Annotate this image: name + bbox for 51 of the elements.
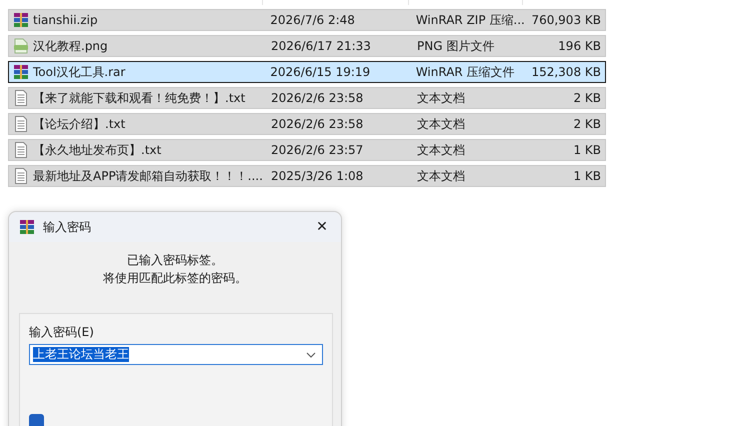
archive-icon: [19, 219, 35, 235]
document-icon: [13, 142, 29, 158]
file-name: 【论坛介绍】.txt: [32, 116, 126, 132]
file-row[interactable]: 汉化教程.png 2026/6/17 21:33 PNG 图片文件 196 KB: [8, 35, 606, 57]
file-type: WinRAR ZIP 压缩...: [416, 12, 526, 28]
file-row[interactable]: 【论坛介绍】.txt 2026/2/6 23:58 文本文档 2 KB: [8, 113, 606, 135]
file-row[interactable]: tianshii.zip 2026/7/6 2:48 WinRAR ZIP 压缩... 760,903 KB: [8, 9, 606, 31]
file-size: 2 KB: [572, 117, 602, 131]
checkbox[interactable]: [29, 414, 44, 426]
archive-icon: [13, 64, 29, 80]
close-button[interactable]: ✕: [309, 214, 335, 240]
file-type: 文本文档: [417, 90, 466, 106]
file-name: 汉化教程.png: [32, 38, 109, 54]
file-name: Tool汉化工具.rar: [32, 64, 126, 80]
password-field[interactable]: 上老王论坛当老王: [29, 344, 323, 365]
file-name: 【永久地址发布页】.txt: [32, 142, 162, 158]
file-date: 2026/2/6 23:58: [271, 117, 364, 131]
chevron-down-icon: [306, 352, 316, 358]
document-icon: [13, 116, 29, 132]
file-size: 1 KB: [572, 143, 602, 157]
file-type: PNG 图片文件: [417, 38, 496, 54]
file-row[interactable]: 【来了就能下载和观看！纯免费！】.txt 2026/2/6 23:58 文本文档 2 KB: [8, 87, 606, 109]
file-date: 2026/2/6 23:57: [271, 143, 364, 157]
file-name: 最新地址及APP请发邮箱自动获取！！！....: [32, 168, 264, 184]
file-size: 1 KB: [572, 169, 602, 183]
file-row[interactable]: 【永久地址发布页】.txt 2026/2/6 23:57 文本文档 1 KB: [8, 139, 606, 161]
file-size: 196 KB: [557, 39, 602, 53]
file-row[interactable]: Tool汉化工具.rar 2026/6/15 19:19 WinRAR 压缩文件 152,308 KB: [8, 61, 606, 83]
file-size: 760,903 KB: [531, 13, 602, 27]
file-type: 文本文档: [417, 142, 466, 158]
archive-icon: [13, 12, 29, 28]
document-icon: [13, 90, 29, 106]
file-date: 2026/6/17 21:33: [271, 39, 372, 53]
file-row[interactable]: 最新地址及APP请发邮箱自动获取！！！.... 2025/3/26 1:08 文本文档 1 KB: [8, 165, 606, 187]
file-size: 2 KB: [572, 91, 602, 105]
file-name: 【来了就能下载和观看！纯免费！】.txt: [32, 90, 246, 106]
file-type: WinRAR 压缩文件: [416, 64, 516, 80]
message-text: 将使用匹配此标签的密码。: [103, 270, 247, 287]
file-date: 2026/7/6 2:48: [270, 13, 356, 27]
document-icon: [13, 168, 29, 184]
file-date: 2025/3/26 1:08: [271, 169, 364, 183]
file-type: 文本文档: [417, 116, 466, 132]
file-name: tianshii.zip: [32, 13, 99, 27]
file-date: 2026/2/6 23:58: [271, 91, 364, 105]
file-date: 2026/6/15 19:19: [270, 65, 372, 79]
message-text: 已输入密码标签。: [127, 252, 223, 269]
dialog-title: 输入密码: [43, 218, 91, 236]
field-label: 输入密码(E): [29, 324, 95, 341]
file-size: 152,308 KB: [531, 65, 602, 79]
image-file-icon: [13, 38, 29, 54]
file-type: 文本文档: [417, 168, 466, 184]
